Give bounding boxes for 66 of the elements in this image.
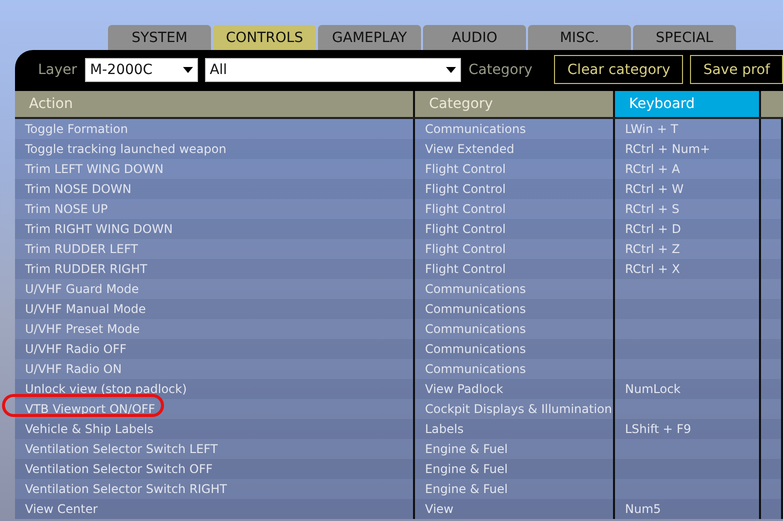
table-cell: Trim LEFT WING DOWN [15,159,415,179]
clear-category-button[interactable]: Clear category [554,55,684,84]
table-cell: Toggle Formation [15,119,415,139]
table-cell: U/VHF Manual Mode [15,299,415,319]
table-cell: View [415,499,615,519]
table-cell: Ventilation Selector Switch OFF [15,459,415,479]
table-cell: Unlock view (stop padlock) [15,379,415,399]
settings-tab[interactable]: CONTROLS [213,25,316,50]
table-cell: Flight Control [415,259,615,279]
table-cell: Engine & Fuel [415,479,615,499]
table-cell: Labels [415,419,615,439]
table-cell: View Padlock [415,379,615,399]
table-cell: Trim RIGHT WING DOWN [15,219,415,239]
layer-dropdown[interactable]: M-2000C [85,58,198,82]
table-cell: U/VHF Radio OFF [15,339,415,359]
table-cell: Trim NOSE DOWN [15,179,415,199]
table-cell: Flight Control [415,159,615,179]
settings-tab[interactable]: SPECIAL [633,25,736,50]
table-cell: Communications [415,299,615,319]
table-cell: NumLock [615,379,761,399]
table-cell: Trim NOSE UP [15,199,415,219]
table-cell: Communications [415,319,615,339]
table-cell: VTB Viewport ON/OFF [15,399,415,419]
layer-label: Layer [38,62,78,78]
table-cell: Ventilation Selector Switch LEFT [15,439,415,459]
table-cell: Flight Control [415,239,615,259]
table-cell: RCtrl + Z [615,239,761,259]
table-cell: Num5 [615,499,761,519]
table-cell: RCtrl + W [615,179,761,199]
table-cell: RCtrl + Num+ [615,139,761,159]
table-cell: Trim RUDDER RIGHT [15,259,415,279]
table-cell: Communications [415,339,615,359]
table-cell: RCtrl + A [615,159,761,179]
table-cell: Communications [415,279,615,299]
column-header [761,91,783,117]
save-profile-button[interactable]: Save prof [690,55,783,84]
table-cell: Flight Control [415,179,615,199]
table-cell: RCtrl + D [615,219,761,239]
table-cell: U/VHF Preset Mode [15,319,415,339]
table-cell: Flight Control [415,219,615,239]
table-cell: View Center [15,499,415,519]
table-cell: Vehicle & Ship Labels [15,419,415,439]
table-cell: Communications [415,119,615,139]
table-cell: Toggle tracking launched weapon [15,139,415,159]
settings-tab[interactable]: AUDIO [423,25,526,50]
table-cell: Engine & Fuel [415,459,615,479]
table-cell: Flight Control [415,199,615,219]
table-cell: Communications [415,359,615,379]
category-label: Category [468,62,532,78]
category-dropdown[interactable]: All [204,58,462,82]
settings-tab[interactable]: GAMEPLAY [318,25,421,50]
settings-tab[interactable]: SYSTEM [108,25,211,50]
table-cell: U/VHF Radio ON [15,359,415,379]
table-cell: Engine & Fuel [415,439,615,459]
caret-icon [182,66,193,72]
table-cell: LShift + F9 [615,419,761,439]
table-cell: U/VHF Guard Mode [15,279,415,299]
table-cell: LWin + T [615,119,761,139]
table-cell: View Extended [415,139,615,159]
settings-tab[interactable]: MISC. [528,25,631,50]
table-cell: RCtrl + S [615,199,761,219]
table-cell: RCtrl + X [615,259,761,279]
table-cell: Ventilation Selector Switch RIGHT [15,479,415,499]
table-cell: Trim RUDDER LEFT [15,239,415,259]
caret-icon [446,66,456,72]
table-cell: Cockpit Displays & Illumination [415,399,615,419]
